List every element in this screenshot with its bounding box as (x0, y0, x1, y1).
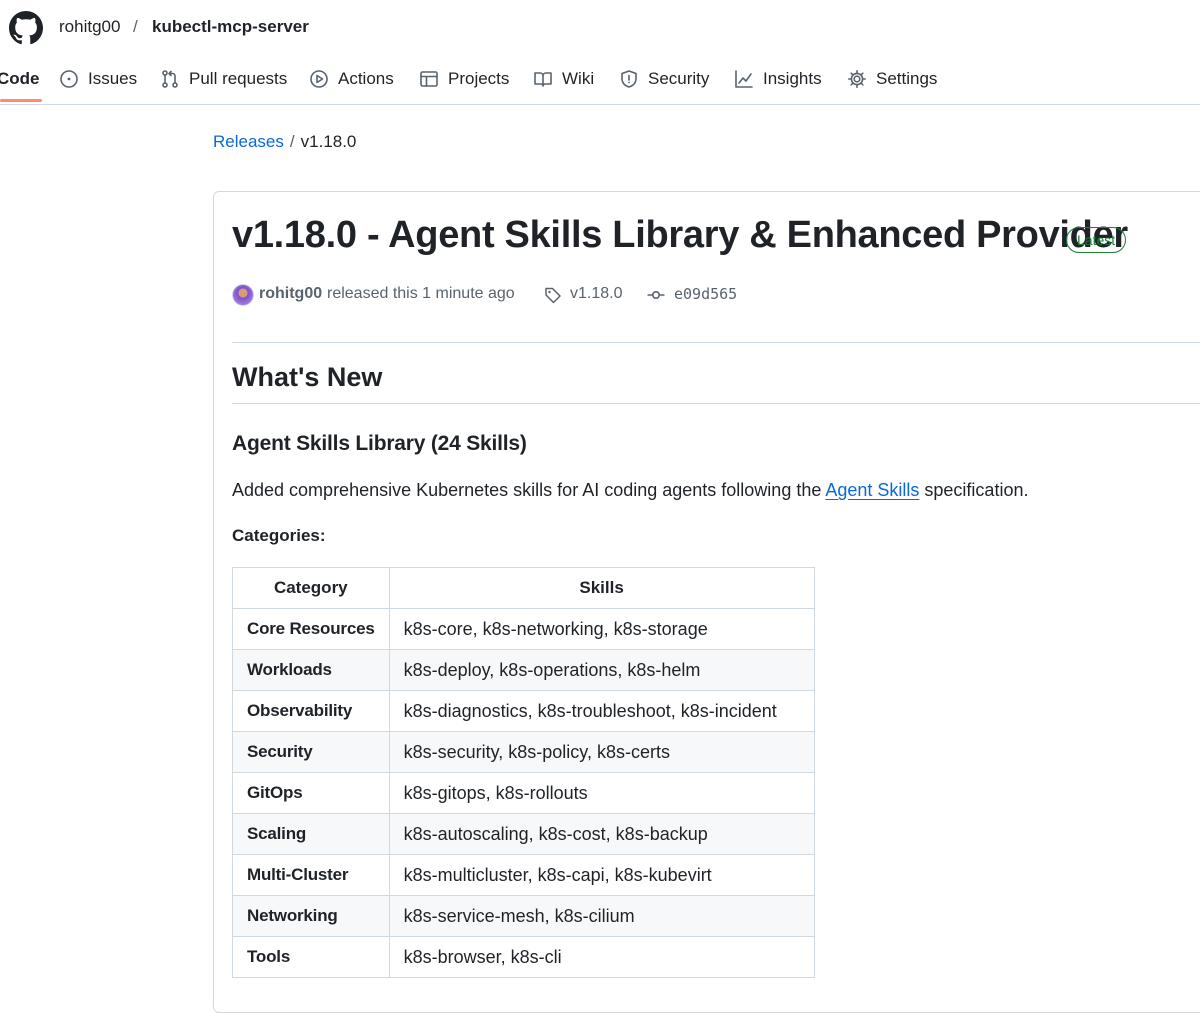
skills-cell: k8s-autoscaling, k8s-cost, k8s-backup (388, 813, 815, 855)
avatar[interactable] (232, 284, 254, 306)
tab-actions-label: Actions (338, 69, 394, 88)
whats-new-heading: What's New (232, 362, 383, 392)
skills-cell: k8s-security, k8s-policy, k8s-certs (388, 731, 815, 773)
skills-cell: k8s-core, k8s-networking, k8s-storage (388, 608, 815, 650)
tab-pull-requests-label: Pull requests (189, 69, 288, 88)
skills-cell: k8s-browser, k8s-cli (388, 936, 815, 978)
tab-code-label: Code (0, 69, 40, 88)
tab-wiki-label: Wiki (562, 69, 595, 88)
table-row: Security k8s-security, k8s-policy, k8s-ce… (232, 731, 815, 773)
column-header-skills: Skills (388, 567, 815, 609)
tab-pull-requests[interactable]: Pull requests (160, 56, 287, 102)
table-row: Multi-Cluster k8s-multicluster, k8s-capi,… (232, 854, 815, 896)
agent-skills-link[interactable]: Agent Skills (825, 480, 919, 500)
divider (232, 342, 1200, 343)
release-card: v1.18.0 - Agent Skills Library & Enhance… (213, 191, 1200, 1013)
repo-header: rohitg00 / kubectl-mcp-server Code Issue… (0, 0, 1200, 105)
tab-projects[interactable]: Projects (419, 56, 509, 102)
table-icon (420, 71, 438, 87)
play-icon (310, 70, 328, 88)
tab-code[interactable]: Code (0, 56, 40, 102)
categories-label: Categories: (232, 526, 326, 545)
category-cell: Tools (232, 936, 390, 978)
category-cell: Workloads (232, 649, 390, 691)
category-cell: Core Resources (232, 608, 390, 650)
book-icon (534, 72, 552, 87)
repo-nav-tabs: Code Issues Pull requests Actions Projec… (0, 56, 1200, 103)
tab-security[interactable]: Security (619, 56, 709, 102)
category-cell: Observability (232, 690, 390, 732)
category-cell: Scaling (232, 813, 390, 855)
git-commit-icon (647, 291, 665, 300)
table-row: Scaling k8s-autoscaling, k8s-cost, k8s-ba… (232, 813, 815, 855)
breadcrumb-current: v1.18.0 (300, 132, 357, 151)
skills-cell: k8s-multicluster, k8s-capi, k8s-kubevirt (388, 854, 815, 896)
tab-issues[interactable]: Issues (59, 56, 137, 102)
tab-security-label: Security (648, 69, 710, 88)
tab-insights-label: Insights (763, 69, 822, 88)
gear-icon (848, 70, 866, 88)
table-row: Core Resources k8s-core, k8s-networking, … (232, 608, 815, 650)
skills-cell: k8s-gitops, k8s-rollouts (388, 772, 815, 814)
repo-owner-link[interactable]: rohitg00 (59, 17, 120, 37)
selected-tab-underline (0, 99, 42, 102)
repo-name-link[interactable]: kubectl-mcp-server (152, 17, 309, 37)
table-row: Tools k8s-browser, k8s-cli (232, 936, 815, 978)
tab-insights[interactable]: Insights (734, 56, 822, 102)
description-paragraph: Added comprehensive Kubernetes skills fo… (232, 480, 1028, 501)
git-pull-request-icon (162, 70, 178, 88)
tab-settings-label: Settings (876, 69, 938, 88)
releases-link[interactable]: Releases (213, 132, 284, 151)
table-row: GitOps k8s-gitops, k8s-rollouts (232, 772, 815, 814)
category-cell: GitOps (232, 772, 390, 814)
tab-settings[interactable]: Settings (847, 56, 937, 102)
skills-cell: k8s-service-mesh, k8s-cilium (388, 895, 815, 937)
skills-cell: k8s-diagnostics, k8s-troubleshoot, k8s-i… (388, 690, 815, 732)
table-row: Networking k8s-service-mesh, k8s-cilium (232, 895, 815, 937)
skills-library-heading: Agent Skills Library (24 Skills) (232, 432, 527, 455)
commit-link[interactable]: e09d565 (674, 285, 737, 303)
table-row: Observability k8s-diagnostics, k8s-troubl… (232, 690, 815, 732)
tag-icon (545, 287, 561, 304)
paragraph-text-end: specification. (919, 480, 1029, 500)
release-title: v1.18.0 - Agent Skills Library & Enhance… (232, 214, 1128, 256)
graph-icon (735, 70, 753, 88)
table-row: Workloads k8s-deploy, k8s-operations, k8s… (232, 649, 815, 691)
latest-badge: Latest (1066, 227, 1127, 253)
category-cell: Multi-Cluster (232, 854, 390, 896)
repo-path-separator: / (133, 17, 138, 36)
tab-issues-label: Issues (88, 69, 138, 88)
tag-link[interactable]: v1.18.0 (570, 285, 622, 303)
issue-opened-icon (60, 70, 78, 88)
skills-table: Category Skills Core Resources k8s-core, … (232, 567, 815, 978)
tab-actions[interactable]: Actions (309, 56, 394, 102)
shield-icon (621, 70, 637, 88)
category-cell: Networking (232, 895, 390, 937)
category-cell: Security (232, 731, 390, 773)
divider (232, 403, 1200, 404)
released-time-text: released this 1 minute ago (327, 285, 515, 302)
breadcrumb: Releases / v1.18.0 (213, 132, 356, 152)
tab-projects-label: Projects (448, 69, 510, 88)
author-link[interactable]: rohitg00 (259, 285, 322, 303)
column-header-category: Category (232, 567, 390, 609)
skills-cell: k8s-deploy, k8s-operations, k8s-helm (388, 649, 815, 691)
github-logo-icon[interactable] (9, 11, 43, 45)
tab-wiki[interactable]: Wiki (533, 56, 594, 102)
paragraph-text: Added comprehensive Kubernetes skills fo… (232, 480, 826, 500)
table-header-row: Category Skills (232, 567, 815, 609)
breadcrumb-separator: / (289, 132, 295, 151)
